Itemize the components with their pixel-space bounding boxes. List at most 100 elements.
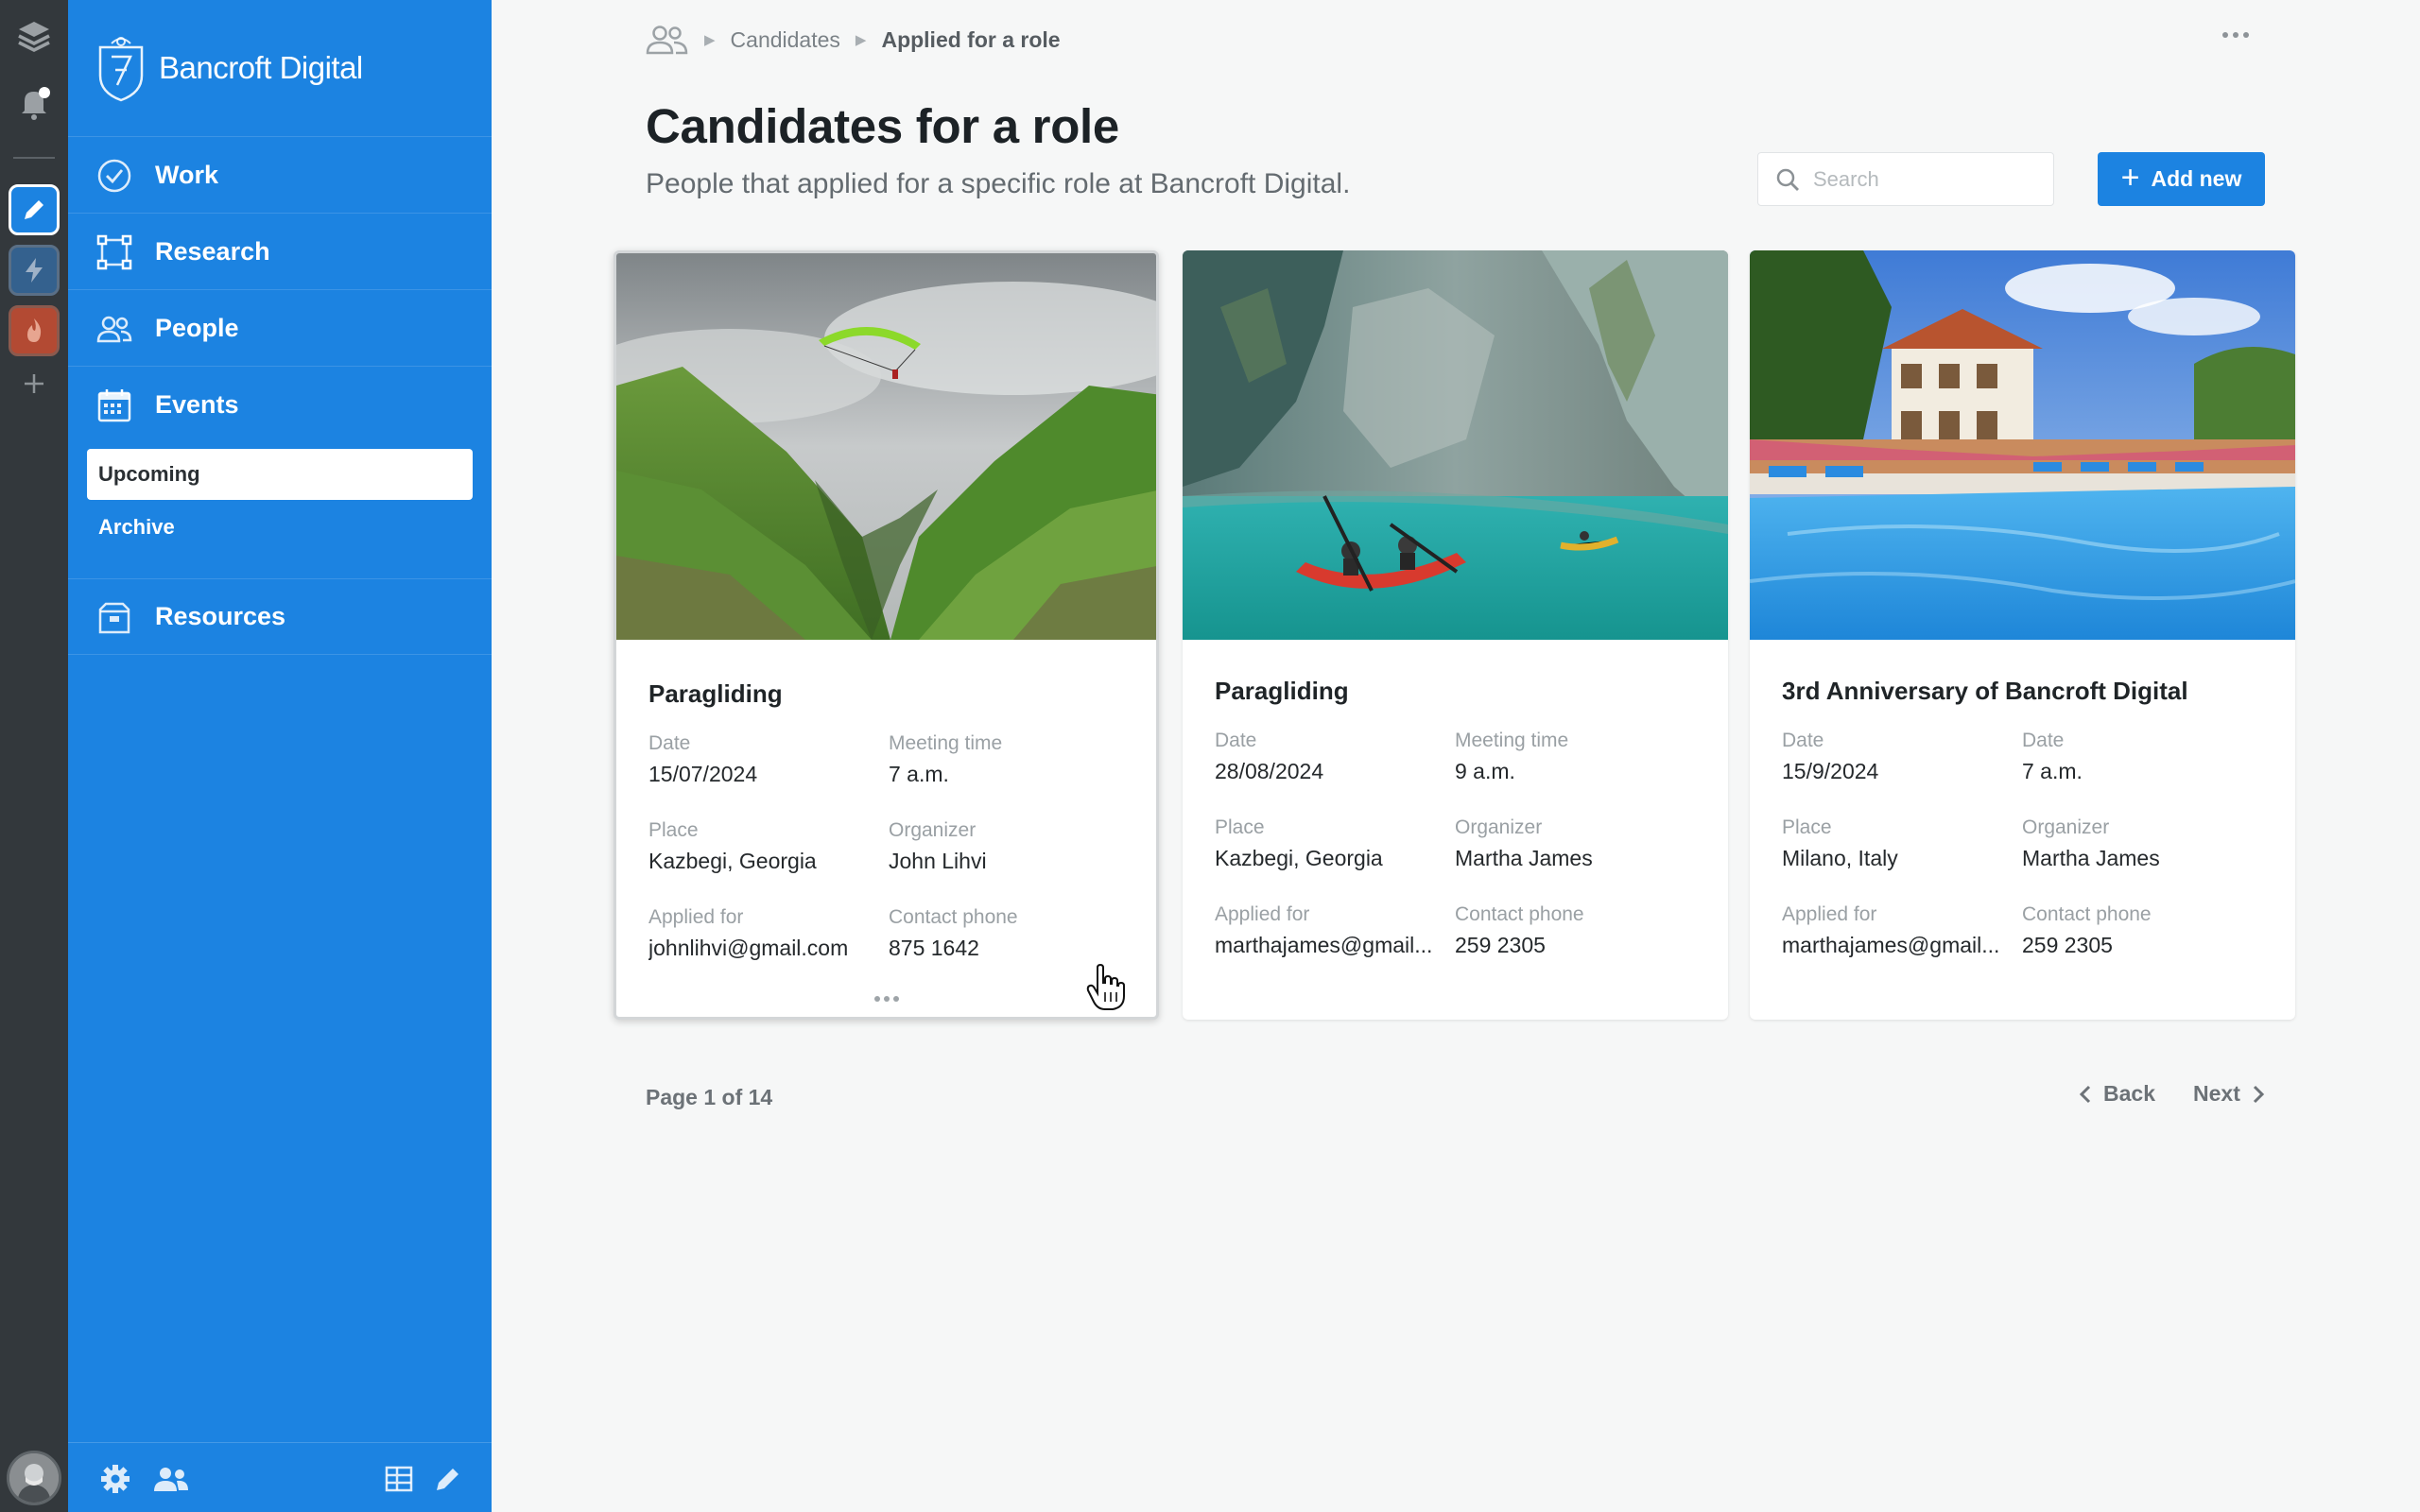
field-value: Milano, Italy [1782, 846, 1898, 870]
field-label: Date [2022, 730, 2065, 751]
field-value: 28/08/2024 [1215, 759, 1324, 783]
nav-item-events[interactable]: Events [68, 366, 492, 442]
sidebar-subitem-archive[interactable]: Archive [87, 502, 473, 553]
page-title: Candidates for a role [646, 99, 1119, 153]
layers-icon[interactable] [0, 13, 68, 60]
rail-tool-fire[interactable] [0, 304, 68, 357]
search-icon [1776, 168, 1799, 191]
add-workspace-icon[interactable] [0, 367, 68, 401]
lightning-icon [26, 258, 43, 283]
page-subtitle: People that applied for a specific role … [646, 168, 1351, 199]
nav-item-research[interactable]: Research [68, 213, 492, 289]
sidebar-subitem-upcoming[interactable]: Upcoming [87, 449, 473, 500]
search-box[interactable] [1757, 152, 2054, 206]
rail-tool-lightning[interactable] [0, 244, 68, 297]
chevron-right-icon [2253, 1085, 2264, 1103]
flame-icon [27, 318, 42, 342]
team-icon [154, 1468, 188, 1491]
field-value: 15/9/2024 [1782, 759, 1879, 783]
more-options-icon[interactable] [2215, 19, 2256, 51]
card-image-villa-pool [1750, 250, 2295, 640]
field-label: Date [648, 732, 691, 754]
next-label: Next [2193, 1081, 2240, 1106]
breadcrumb-separator-icon: ▶ [704, 32, 716, 48]
box-icon [98, 602, 130, 634]
plus-icon: + [2120, 160, 2140, 196]
field-label: Place [1215, 816, 1265, 838]
field-value: 9 a.m. [1455, 759, 1515, 783]
field-value: Kazbegi, Georgia [1215, 846, 1383, 870]
bell-icon[interactable] [0, 79, 68, 127]
grid-view-button[interactable] [380, 1460, 418, 1498]
field-value: marthajames@gmail... [1215, 933, 1433, 957]
field-value: 259 2305 [2022, 933, 2113, 957]
card-more-icon[interactable] [873, 996, 899, 1002]
field-label: Contact phone [889, 906, 1018, 928]
field-label: Organizer [1455, 816, 1543, 838]
nav-label-people: People [155, 313, 239, 342]
field-label: Place [648, 819, 699, 841]
breadcrumb-current: Applied for a role [881, 26, 1061, 52]
nav-label-research: Research [155, 236, 270, 266]
people-icon [96, 316, 132, 343]
people-icon[interactable] [646, 24, 689, 56]
field-label: Contact phone [2022, 903, 2152, 925]
field-label: Contact phone [1455, 903, 1584, 925]
field-value: 7 a.m. [2022, 759, 2083, 783]
back-label: Back [2103, 1081, 2155, 1106]
sidebar: Bancroft Digital Work Research People Ev… [68, 0, 492, 1512]
pencil-icon [437, 1469, 458, 1490]
field-label: Meeting time [889, 732, 1003, 754]
add-new-button[interactable]: + Add new [2098, 152, 2265, 206]
card-title: Paragliding [1215, 677, 1349, 705]
nav-item-work[interactable]: Work [68, 136, 492, 213]
next-button[interactable]: Next [2193, 1081, 2265, 1107]
field-label: Organizer [889, 819, 977, 841]
field-value: John Lihvi [889, 849, 987, 873]
card-title: Paragliding [648, 679, 783, 708]
edit-button[interactable] [429, 1460, 467, 1498]
field-value: Kazbegi, Georgia [648, 849, 817, 873]
calendar-icon [97, 389, 131, 422]
sidebar-footer [68, 1442, 492, 1512]
field-label: Applied for [1782, 903, 1877, 925]
field-label: Organizer [2022, 816, 2110, 838]
event-card[interactable]: 3rd Anniversary of Bancroft Digital Date… [1750, 250, 2295, 1020]
back-button[interactable]: Back [2079, 1081, 2155, 1107]
field-label: Date [1215, 730, 1257, 751]
event-card[interactable]: Paragliding Date 15/07/2024 Meeting time… [614, 250, 1159, 1020]
nav-label-resources: Resources [155, 602, 286, 630]
rail-divider [13, 157, 55, 159]
field-value: 259 2305 [1455, 933, 1546, 957]
breadcrumb: ▶ Candidates ▶ Applied for a role [646, 21, 1061, 59]
brand-name: Bancroft Digital [159, 50, 363, 85]
app-rail [0, 0, 68, 1512]
gear-icon [101, 1465, 130, 1493]
breadcrumb-separator-icon: ▶ [855, 32, 867, 48]
check-circle-icon [97, 159, 131, 193]
field-value: 875 1642 [889, 936, 979, 960]
field-label: Meeting time [1455, 730, 1569, 751]
search-input[interactable] [1813, 166, 2040, 192]
field-value: Martha James [2022, 846, 2160, 870]
breadcrumb-candidates[interactable]: Candidates [731, 27, 840, 53]
field-value: 7 a.m. [889, 762, 949, 786]
event-card[interactable]: Paragliding Date 28/08/2024 Meeting time… [1183, 250, 1728, 1020]
pencil-icon [25, 200, 43, 219]
settings-button[interactable] [96, 1460, 134, 1498]
user-avatar[interactable] [7, 1451, 61, 1505]
field-label: Date [1782, 730, 1824, 751]
brand[interactable]: Bancroft Digital [96, 34, 363, 102]
add-new-label: Add new [2151, 166, 2242, 191]
field-label: Applied for [1215, 903, 1310, 925]
rail-tool-edit[interactable] [0, 183, 68, 236]
field-label: Applied for [648, 906, 744, 928]
team-button[interactable] [147, 1460, 195, 1498]
field-value: marthajames@gmail... [1782, 933, 2000, 957]
nav-item-resources[interactable]: Resources [68, 578, 492, 655]
nav-label-events: Events [155, 389, 239, 419]
field-value: 15/07/2024 [648, 762, 758, 786]
card-title: 3rd Anniversary of Bancroft Digital [1782, 677, 2188, 705]
field-label: Place [1782, 816, 1832, 838]
nav-item-people[interactable]: People [68, 289, 492, 366]
